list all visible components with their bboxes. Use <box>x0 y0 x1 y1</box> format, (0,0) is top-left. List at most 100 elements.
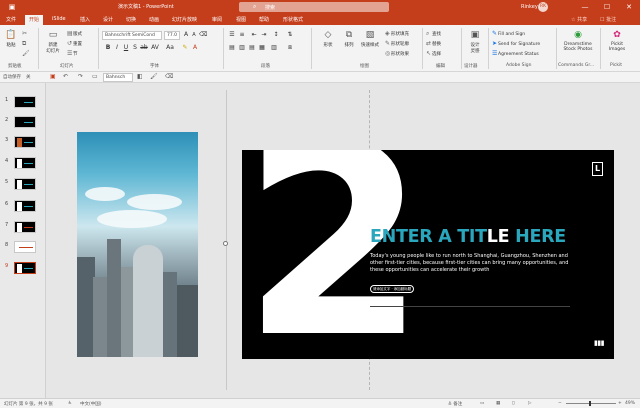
design-ideas-button[interactable]: ▣ 设计 灵感 <box>465 30 485 54</box>
normal-view-icon[interactable]: ▭ <box>480 401 484 406</box>
section-button[interactable]: ☰节 <box>67 50 78 57</box>
tab-help[interactable]: 帮助 <box>259 16 269 23</box>
justify-icon[interactable]: ▦ <box>258 44 266 51</box>
search-box[interactable]: ⌕ 搜索 <box>239 2 389 12</box>
arrange-button[interactable]: ⧉ 排列 <box>339 30 359 48</box>
rotation-handle[interactable] <box>223 241 228 246</box>
format-painter-button[interactable]: 🖌 <box>22 50 30 57</box>
copy-button[interactable]: ⧉ <box>22 40 28 48</box>
font-size-field[interactable]: 77.0 <box>164 31 180 40</box>
line-spacing-icon[interactable]: ↕ <box>272 31 280 38</box>
slide-thumbnail[interactable] <box>14 221 36 233</box>
case-icon[interactable]: Aa <box>166 44 174 51</box>
slide-thumbnail[interactable] <box>14 157 36 169</box>
underline-button[interactable]: U <box>122 44 130 51</box>
shape-fill-button[interactable]: ◈形状填充 <box>385 30 409 37</box>
numbering-icon[interactable]: ≡ <box>238 31 246 38</box>
redo-icon[interactable]: ↷ <box>78 73 83 80</box>
select-button[interactable]: ↖选择 <box>426 50 441 57</box>
zoom-in-button[interactable]: + <box>618 401 622 406</box>
slide-thumbnail[interactable] <box>14 136 36 148</box>
align-left-icon[interactable]: ▤ <box>228 44 236 51</box>
slide-main[interactable]: 2 ENTER A TITLE HERE Today's young peopl… <box>242 150 614 359</box>
align-right-icon[interactable]: ▤ <box>248 44 256 51</box>
font-color-icon[interactable]: A <box>191 44 199 51</box>
tab-insert[interactable]: 插入 <box>80 16 90 23</box>
bullets-icon[interactable]: ☰ <box>228 31 236 38</box>
tab-slideshow[interactable]: 幻灯片放映 <box>172 16 197 23</box>
shadow-button[interactable]: S <box>131 44 139 51</box>
font-name-field[interactable]: Bahnschrift SemiCond <box>102 31 162 40</box>
eraser-icon[interactable]: ⌫ <box>165 73 173 80</box>
shape-outline-button[interactable]: ✎形状轮廓 <box>385 40 409 47</box>
smartart-icon[interactable]: ⧈ <box>286 44 294 52</box>
zoom-out-button[interactable]: − <box>558 401 562 406</box>
slide-thumbnail[interactable] <box>14 200 36 212</box>
slideshow-icon[interactable]: ▷ <box>528 401 531 406</box>
replace-button[interactable]: ⇄替换 <box>426 40 441 47</box>
slide-headline[interactable]: ENTER A TITLE HERE <box>370 228 566 247</box>
slide-thumbnail[interactable] <box>14 96 36 108</box>
increase-indent-icon[interactable]: ⇥ <box>260 31 268 38</box>
maximize-button[interactable]: ☐ <box>597 0 617 14</box>
autosave-toggle[interactable]: 关 <box>26 74 31 80</box>
qat-font-field[interactable]: Bahnsch <box>103 73 133 82</box>
shape-button[interactable]: ◇ 形状 <box>318 30 338 48</box>
slide-thumbnail-selected[interactable] <box>14 262 36 274</box>
slide-thumbnail[interactable] <box>14 178 36 190</box>
shape-effects-button[interactable]: ◎形状效果 <box>385 50 409 57</box>
pickit-button[interactable]: ✿ Pickit Images <box>604 30 630 52</box>
user-avatar[interactable]: RK <box>538 2 548 12</box>
agreement-status-button[interactable]: ☰Agreement Status <box>492 50 539 57</box>
comment-button[interactable]: ☐ 批注 <box>600 16 616 23</box>
find-button[interactable]: ⌕ 查找 <box>426 30 441 38</box>
send-signature-button[interactable]: ➤Send for Signature <box>492 40 540 47</box>
cut-button[interactable]: ✂ <box>22 30 28 37</box>
save-icon[interactable]: ▣ <box>50 73 56 80</box>
columns-icon[interactable]: ▥ <box>270 44 278 51</box>
share-button[interactable]: ☆ 共享 <box>571 16 587 23</box>
align-center-icon[interactable]: ▥ <box>238 44 246 51</box>
clear-format-icon[interactable]: ⌫ <box>199 31 207 38</box>
slide-sorter-icon[interactable]: ▦ <box>496 401 500 406</box>
brush-icon[interactable]: 🖌 <box>150 73 158 80</box>
slide-thumbnail[interactable] <box>14 116 36 128</box>
fill-sign-button[interactable]: ✎Fill and Sign <box>492 30 525 37</box>
tab-transitions[interactable]: 切换 <box>126 16 136 23</box>
minimize-button[interactable]: — <box>575 0 595 14</box>
notes-button[interactable]: ≜ 备注 <box>448 401 462 407</box>
close-button[interactable]: ✕ <box>619 0 639 14</box>
text-direction-icon[interactable]: ⇅ <box>286 31 294 38</box>
zoom-slider[interactable] <box>566 403 616 404</box>
dreamstime-button[interactable]: ◉ Dreamstime Stock Photos <box>560 30 596 52</box>
bold-button[interactable]: B <box>104 44 112 51</box>
save-icon[interactable]: ▣ <box>2 0 22 14</box>
tab-view[interactable]: 视图 <box>236 16 246 23</box>
shrink-font-icon[interactable]: A <box>190 32 198 38</box>
strikethrough-button[interactable]: ab <box>140 44 148 51</box>
decrease-indent-icon[interactable]: ⇤ <box>250 31 258 38</box>
tab-home[interactable]: 开始 <box>25 15 44 25</box>
paste-button[interactable]: 📋 粘贴 <box>3 30 19 48</box>
tab-shape-format[interactable]: 形状格式 <box>283 16 303 23</box>
tab-islide[interactable]: iSlide <box>52 16 66 22</box>
spacing-icon[interactable]: AV <box>151 44 159 51</box>
tab-review[interactable]: 审阅 <box>212 16 222 23</box>
reading-view-icon[interactable]: ▯ <box>512 401 514 406</box>
tab-file[interactable]: 文件 <box>6 16 16 23</box>
present-icon[interactable]: ▭ <box>92 73 98 80</box>
grow-font-icon[interactable]: A <box>182 31 190 38</box>
new-slide-button[interactable]: ▭ 新建 幻灯片 <box>42 30 64 54</box>
italic-button[interactable]: I <box>113 44 121 51</box>
format-icon[interactable]: ◧ <box>137 73 143 80</box>
tab-design[interactable]: 设计 <box>103 16 113 23</box>
slide-body-text[interactable]: Today's young people like to run north t… <box>370 253 580 274</box>
highlight-icon[interactable]: ✎ <box>181 44 189 51</box>
zoom-slider-thumb[interactable] <box>589 401 591 406</box>
undo-icon[interactable]: ↶ <box>63 73 68 80</box>
accessibility-icon[interactable]: ♿ <box>68 401 72 406</box>
subtitle-pill[interactable]: 请添加文字 · 添加副标题 <box>370 285 414 293</box>
tab-animations[interactable]: 动画 <box>149 16 159 23</box>
city-photo[interactable] <box>77 132 198 357</box>
layout-button[interactable]: ▤版式 <box>67 30 82 37</box>
